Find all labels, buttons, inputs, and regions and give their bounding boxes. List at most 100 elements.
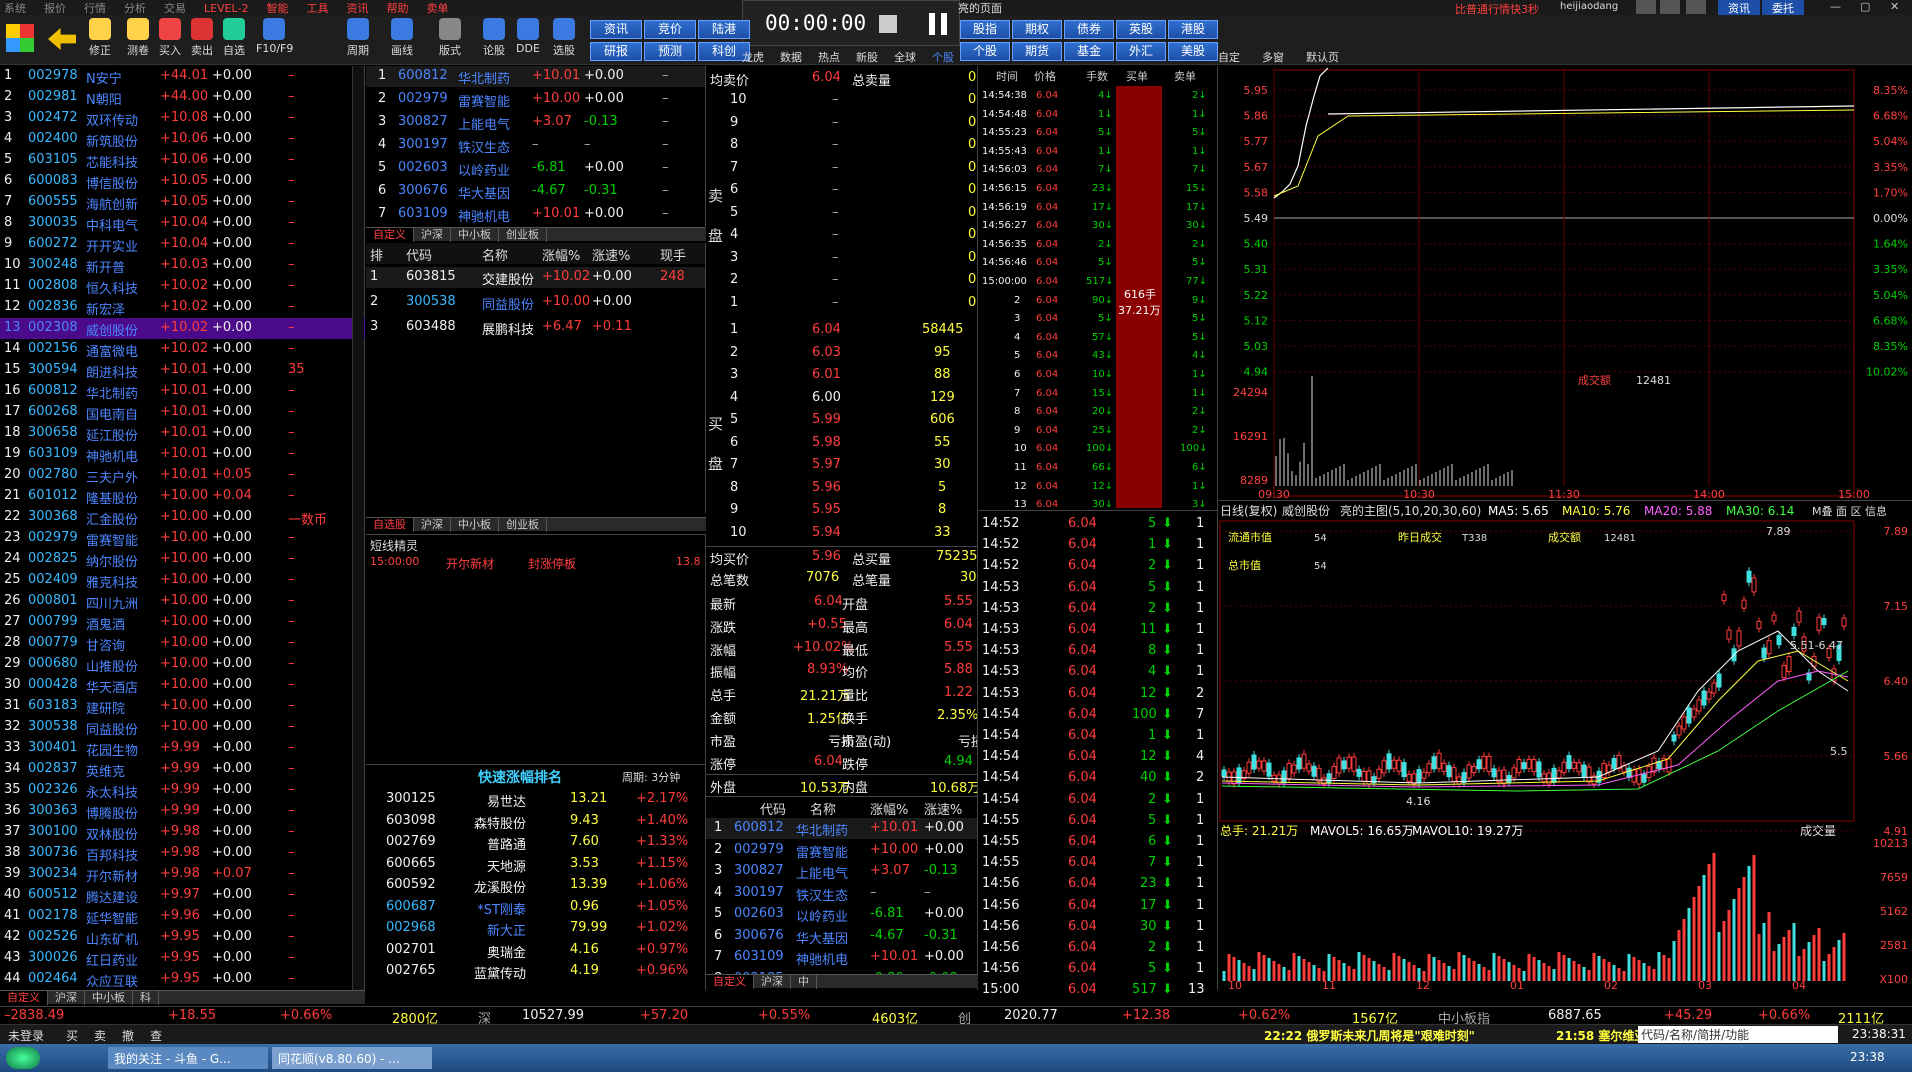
table-row[interactable]: 41 002178 延华智能 +9.96 +0.00 –	[0, 906, 365, 927]
toolbar-8-button[interactable]: 版式	[432, 18, 468, 58]
column-header[interactable]: 价格	[1034, 68, 1056, 84]
table-row[interactable]: 002765 蓝黛传动 4.19 +0.96%	[366, 961, 705, 982]
stop-icon[interactable]	[879, 15, 897, 33]
table-row[interactable]: 17 600268 国电南自 +10.01 +0.00 –	[0, 402, 365, 423]
table-row[interactable]: 12 002836 新宏泽 +10.02 +0.00 –	[0, 297, 365, 318]
table-row[interactable]: 4 002400 新筑股份 +10.06 +0.00 –	[0, 129, 365, 150]
column-header[interactable]: 涨速%	[924, 799, 962, 817]
mid-btn-top[interactable]: 陆港	[698, 20, 750, 39]
right-btn-top[interactable]: 股指	[960, 20, 1010, 39]
table-row[interactable]: 5 002603 以岭药业 -6.81 +0.00 –	[366, 158, 705, 179]
table-row[interactable]: 2 300538 同益股份 +10.00 +0.00	[366, 292, 705, 313]
taskbar-browser[interactable]: 我的关注 - 斗鱼 - G...	[108, 1047, 268, 1069]
table-row[interactable]: 7 603109 神驰机电 +10.01 +0.00 –	[366, 204, 705, 225]
right-btn-top[interactable]: 英股	[1116, 20, 1166, 39]
right-btn-bottom[interactable]: 基金	[1064, 42, 1114, 61]
column-header[interactable]: 涨幅%	[870, 799, 908, 817]
right-btn-top[interactable]: 期权	[1012, 20, 1062, 39]
menu-item[interactable]: 资讯	[346, 2, 368, 15]
table-row[interactable]: 39 300234 开尔新材 +9.98 +0.07 –	[0, 864, 365, 885]
toolbar-4-button[interactable]: 自选	[216, 18, 252, 58]
column-header[interactable]: 名称	[810, 799, 836, 817]
table-row[interactable]: 2 002981 N朝阳 +44.00 +0.00 –	[0, 87, 365, 108]
maximize-icon[interactable]: ▢	[1860, 0, 1870, 13]
toolbar-5-button[interactable]: F10/F9	[256, 18, 293, 55]
mid-label[interactable]: 热点	[818, 49, 840, 65]
column-header[interactable]: 排	[370, 245, 383, 264]
right-label[interactable]: 默认页	[1306, 49, 1339, 65]
table-row[interactable]: 37 300100 双林股份 +9.98 +0.00 –	[0, 822, 365, 843]
table-row[interactable]: 33 300401 花园生物 +9.99 +0.00 –	[0, 738, 365, 759]
table-row[interactable]: 300125 易世达 13.21 +2.17%	[366, 789, 705, 810]
left-tab[interactable]: 自定义	[0, 991, 48, 1005]
table-row[interactable]: 18 300658 延江股份 +10.01 +0.00 –	[0, 423, 365, 444]
toolbar-9-button[interactable]: 论股	[476, 18, 512, 58]
bell-icon[interactable]	[1660, 0, 1680, 14]
mid3-tab[interactable]: 沪深	[754, 975, 791, 989]
mid3-tab[interactable]: 自定义	[706, 975, 754, 989]
mid-btn-top[interactable]: 资讯	[590, 20, 642, 39]
column-header[interactable]: 买单	[1126, 68, 1148, 84]
left-tab[interactable]: 沪深	[48, 991, 85, 1005]
toolbar-2-button[interactable]: 买入	[152, 18, 188, 58]
table-row[interactable]: 26 000801 四川九洲 +10.00 +0.00 –	[0, 591, 365, 612]
table-row[interactable]: 600687 *ST刚泰 0.96 +1.05%	[366, 897, 705, 918]
table-row[interactable]: 7 600555 海航创新 +10.05 +0.00 –	[0, 192, 365, 213]
toolbar-3-button[interactable]: 卖出	[184, 18, 220, 58]
table-row[interactable]: 29 000680 山推股份 +10.00 +0.00 –	[0, 654, 365, 675]
toolbar-11-button[interactable]: 选股	[546, 18, 582, 58]
table-row[interactable]: 24 002825 纳尔股份 +10.00 +0.00 –	[0, 549, 365, 570]
table-row[interactable]: 19 603109 神驰机电 +10.01 +0.00 –	[0, 444, 365, 465]
table-row[interactable]: 603098 森特股份 9.43 +1.40%	[366, 811, 705, 832]
table-row[interactable]: 002968 新大正 79.99 +1.02%	[366, 918, 705, 939]
table-row[interactable]: 10 300248 新开普 +10.03 +0.00 –	[0, 255, 365, 276]
right-label[interactable]: 自定	[1218, 49, 1240, 65]
menu-item[interactable]: 卖单	[426, 2, 448, 15]
toolbar-0-button[interactable]: 修正	[82, 18, 118, 58]
table-row[interactable]: 36 300363 博腾股份 +9.99 +0.00 –	[0, 801, 365, 822]
table-row[interactable]: 22 300368 汇金股份 +10.00 +0.00 一数币	[0, 507, 365, 528]
mid3-tab[interactable]: 中	[791, 975, 817, 989]
menu-item[interactable]: 帮助	[386, 2, 408, 15]
right-btn-top[interactable]: 债券	[1064, 20, 1114, 39]
toolbar-1-button[interactable]: 测卷	[120, 18, 156, 58]
period-select[interactable]: 周期: 3分钟	[622, 769, 680, 785]
table-row[interactable]: 28 000779 甘咨询 +10.00 +0.00 –	[0, 633, 365, 654]
mid-label[interactable]: 个股	[932, 49, 954, 65]
menu-item[interactable]: 分析	[124, 2, 146, 15]
info-button[interactable]: 资讯	[1718, 0, 1760, 15]
trade-button[interactable]: 委托	[1762, 0, 1804, 15]
table-row[interactable]: 2 002979 雷赛智能 +10.00 +0.00 –	[366, 89, 705, 110]
right-btn-bottom[interactable]: 个股	[960, 42, 1010, 61]
table-row[interactable]: 1 002978 N安宁 +44.01 +0.00 –	[0, 66, 365, 87]
table-row[interactable]: 25 002409 雅克科技 +10.00 +0.00 –	[0, 570, 365, 591]
mid-label[interactable]: 全球	[894, 49, 916, 65]
quick-query[interactable]: 查	[150, 1027, 162, 1044]
right-label[interactable]: 多窗	[1262, 49, 1284, 65]
table-row[interactable]: 31 603183 建研院 +10.00 +0.00 –	[0, 696, 365, 717]
mid-label[interactable]: 龙虎	[742, 49, 764, 65]
table-row[interactable]: 42 002526 山东矿机 +9.95 +0.00 –	[0, 927, 365, 948]
table-row[interactable]: 40 600512 腾达建设 +9.97 +0.00 –	[0, 885, 365, 906]
table-row[interactable]: 6 300676 华大基因 -4.67 -0.31 –	[366, 181, 705, 202]
mail-icon[interactable]	[1636, 0, 1656, 14]
left-tab[interactable]: 中小板	[85, 991, 133, 1005]
quick-sell[interactable]: 卖	[94, 1027, 106, 1044]
table-row[interactable]: 3 300827 上能电气 +3.07 -0.13 –	[366, 112, 705, 133]
right-btn-bottom[interactable]: 美股	[1168, 42, 1218, 61]
quick-cancel[interactable]: 撤	[122, 1027, 134, 1044]
table-row[interactable]: 21 601012 隆基股份 +10.00 +0.04 –	[0, 486, 365, 507]
pause-icon[interactable]	[929, 13, 935, 35]
news-ticker-1[interactable]: 22:22 俄罗斯未来几周将是"艰难时刻"	[1264, 1027, 1475, 1044]
mid-btn-bottom[interactable]: 预测	[644, 42, 696, 61]
column-header[interactable]: 现手	[660, 245, 686, 264]
table-row[interactable]: 23 002979 雷赛智能 +10.00 +0.00 –	[0, 528, 365, 549]
table-row[interactable]: 9 600272 开开实业 +10.04 +0.00 –	[0, 234, 365, 255]
menu-item[interactable]: 工具	[306, 2, 328, 15]
news-ticker-2[interactable]: 21:58 塞尔维亚	[1556, 1027, 1646, 1044]
toolbar-6-button[interactable]: 周期	[340, 18, 376, 58]
watchlist-tab[interactable]: 创业板	[499, 228, 547, 242]
ranking-tab[interactable]: 自选股	[366, 518, 414, 532]
right-btn-bottom[interactable]: 外汇	[1116, 42, 1166, 61]
column-header[interactable]: 名称	[482, 245, 508, 264]
